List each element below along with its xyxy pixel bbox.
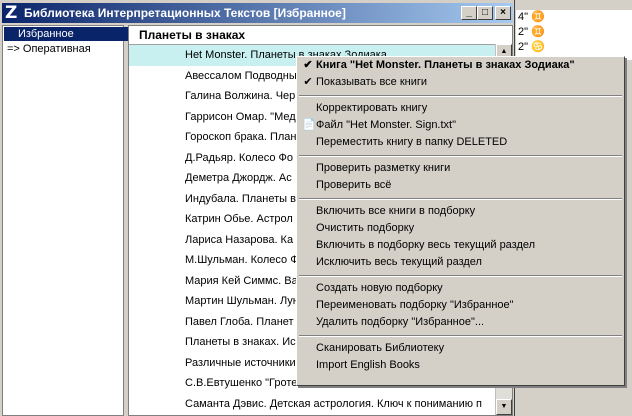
menu-item[interactable]: Очистить подборку	[297, 220, 624, 237]
menu-item[interactable]: Import English Books	[297, 357, 624, 374]
menu-item[interactable]: ✔ Книга "Het Monster. Планеты в знаках Зо…	[297, 57, 624, 74]
menu-item[interactable]: Проверить всё	[297, 177, 624, 194]
checkmark-icon: ✔	[303, 76, 313, 88]
menu-item-label: Очистить подборку	[316, 222, 415, 234]
collection-tree[interactable]: Избранное => Оперативная	[2, 25, 130, 416]
scroll-down-button[interactable]: ▼	[496, 399, 512, 415]
menu-item-label: Показывать все книги	[316, 76, 428, 88]
menu-item[interactable]: Исключить весь текущий раздел	[297, 254, 624, 271]
window-title: Библиотека Интерпретационных Текстов [Из…	[24, 6, 346, 20]
menu-item[interactable]: Включить все книги в подборку	[297, 203, 624, 220]
title-bar[interactable]: Z Библиотека Интерпретационных Текстов […	[2, 3, 513, 23]
background-line: 4" ♊	[518, 11, 545, 23]
menu-item-label: Проверить разметку книги	[316, 162, 451, 174]
menu-item[interactable]: Включить в подборку весь текущий раздел	[297, 237, 624, 254]
background-line: 2" ♋	[518, 41, 545, 53]
background-line: 2" ♊	[518, 26, 545, 38]
tree-item-operative[interactable]: => Оперативная	[3, 42, 123, 56]
maximize-button[interactable]: □	[477, 6, 493, 20]
menu-item[interactable]: Переименовать подборку "Избранное"	[297, 297, 624, 314]
menu-item[interactable]: Сканировать Библиотеку	[297, 340, 624, 357]
file-icon: 📄	[302, 119, 316, 131]
menu-item[interactable]: 📄 Файл "Het Monster. Sign.txt"	[297, 117, 624, 134]
menu-separator	[297, 271, 624, 280]
menu-item-label: Создать новую подборку	[316, 282, 443, 294]
book-row[interactable]: Саманта Дэвис. Детская астрология. Ключ …	[129, 394, 512, 415]
menu-item[interactable]: Удалить подборку "Избранное"...	[297, 314, 624, 331]
menu-item-label: Переименовать подборку "Избранное"	[316, 299, 514, 311]
menu-item-label: Исключить весь текущий раздел	[316, 256, 482, 268]
menu-item-label: Переместить книгу в папку DELETED	[316, 136, 508, 148]
context-menu: ✔ Книга "Het Monster. Планеты в знаках Зо…	[296, 56, 625, 386]
menu-item[interactable]: Переместить книгу в папку DELETED	[297, 134, 624, 151]
menu-separator	[297, 91, 624, 100]
menu-item[interactable]: Проверить разметку книги	[297, 160, 624, 177]
menu-item[interactable]: ✔ Показывать все книги	[297, 74, 624, 91]
menu-item-label: Корректировать книгу	[316, 102, 428, 114]
menu-item[interactable]: Создать новую подборку	[297, 280, 624, 297]
checkmark-icon: ✔	[303, 59, 313, 71]
background-window-fragment: 4" ♊ 2" ♊ 2" ♋	[516, 10, 632, 60]
menu-item-label: Import English Books	[316, 359, 420, 371]
menu-item-label: Проверить всё	[316, 179, 392, 191]
close-button[interactable]: ×	[495, 6, 511, 20]
menu-item-label: Книга "Het Monster. Планеты в знаках Зод…	[316, 59, 575, 71]
menu-item[interactable]: Корректировать книгу	[297, 100, 624, 117]
tree-item-favorites[interactable]: Избранное	[4, 27, 130, 41]
app-icon[interactable]: Z	[5, 4, 21, 22]
menu-separator	[297, 331, 624, 340]
menu-item-label: Сканировать Библиотеку	[316, 342, 445, 354]
menu-item-label: Файл "Het Monster. Sign.txt"	[316, 119, 457, 131]
menu-item-label: Удалить подборку "Избранное"...	[316, 316, 485, 328]
menu-separator	[297, 194, 624, 203]
menu-separator	[297, 151, 624, 160]
minimize-button[interactable]: _	[461, 6, 477, 20]
menu-item-label: Включить в подборку весь текущий раздел	[316, 239, 536, 251]
list-section-header[interactable]: Планеты в знаках	[129, 26, 512, 45]
menu-item-label: Включить все книги в подборку	[316, 205, 476, 217]
